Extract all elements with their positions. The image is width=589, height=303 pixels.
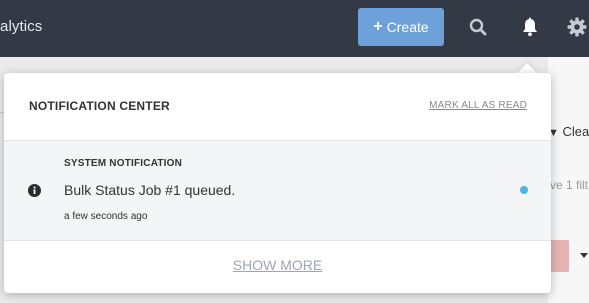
create-button[interactable]: + Create [358,8,444,46]
unread-indicator [520,186,528,194]
notification-item[interactable]: SYSTEM NOTIFICATION Bulk Status Job #1 q… [4,141,551,241]
notification-center-header: NOTIFICATION CENTER MARK ALL AS READ [4,73,551,141]
top-navbar: alytics + Create [0,0,589,57]
notification-message: Bulk Status Job #1 queued. [64,182,236,198]
chevron-down-icon[interactable] [580,253,588,258]
mark-all-read-link[interactable]: MARK ALL AS READ [429,100,527,111]
info-icon [28,184,41,197]
plus-icon: + [373,18,383,35]
search-icon[interactable] [467,16,489,38]
filter-summary: ve 1 filt [550,178,589,192]
gear-icon[interactable] [566,16,588,38]
show-more-link[interactable]: SHOW MORE [4,257,551,273]
clear-label: Clear [562,124,589,139]
notification-timestamp: a few seconds ago [64,211,148,222]
notification-center-dropdown: NOTIFICATION CENTER MARK ALL AS READ SYS… [4,73,551,293]
bell-icon[interactable] [519,16,541,38]
action-button[interactable] [548,240,569,272]
notification-center-title: NOTIFICATION CENTER [29,99,170,113]
notification-type: SYSTEM NOTIFICATION [64,158,183,169]
app-title[interactable]: alytics [0,18,42,35]
clear-filters-button[interactable]: ▼ Clear [548,124,589,139]
create-button-label: Create [386,19,429,35]
